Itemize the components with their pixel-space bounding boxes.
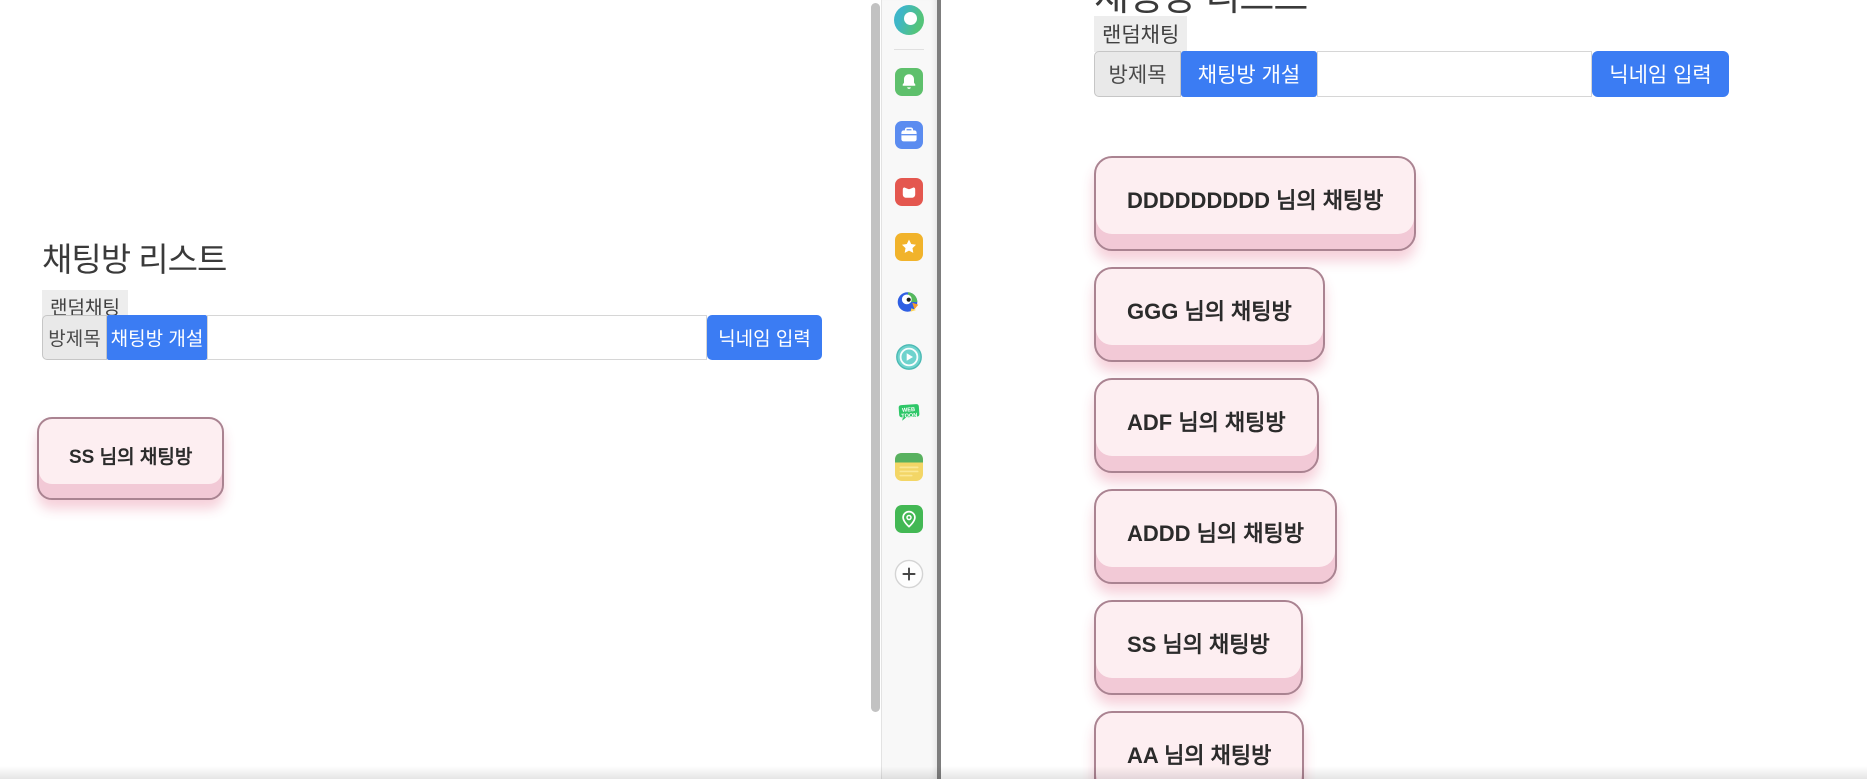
room-button[interactable]: ADDD 님의 채팅방 xyxy=(1094,489,1337,584)
room-name-input[interactable] xyxy=(207,315,707,360)
room-button[interactable]: AA 님의 채팅방 xyxy=(1094,711,1305,779)
star-icon[interactable] xyxy=(895,233,923,261)
create-room-button[interactable]: 채팅방 개설 xyxy=(1181,51,1317,97)
room-button[interactable]: SS 님의 채팅방 xyxy=(37,417,225,500)
play-icon[interactable] xyxy=(895,343,923,371)
add-icon[interactable] xyxy=(894,559,924,589)
random-chat-label: 랜덤채팅 xyxy=(1094,16,1188,52)
room-button[interactable]: DDDDDDDDD 님의 채팅방 xyxy=(1094,156,1417,251)
webtoon-text-line2: TOON xyxy=(901,413,917,420)
room-list: DDDDDDDDD 님의 채팅방 GGG 님의 채팅방 ADF 님의 채팅방 A… xyxy=(1094,156,1417,779)
room-form: 방제목 채팅방 개설 닉네임 입력 xyxy=(1094,51,1729,97)
create-room-button[interactable]: 채팅방 개설 xyxy=(107,315,207,360)
nickname-input-button[interactable]: 닉네임 입력 xyxy=(707,315,822,360)
browser-sidebar xyxy=(881,0,938,779)
window-divider xyxy=(937,0,941,779)
room-name-input[interactable] xyxy=(1317,51,1592,97)
room-form: 방제목 채팅방 개설 닉네임 입력 xyxy=(42,315,822,360)
room-button[interactable]: GGG 님의 채팅방 xyxy=(1094,267,1325,362)
room-button[interactable]: SS 님의 채팅방 xyxy=(1094,600,1303,695)
scrollbar-thumb[interactable] xyxy=(871,3,880,712)
sidebar-divider xyxy=(894,49,924,50)
whale-logo-icon[interactable] xyxy=(894,5,924,35)
map-pin-icon[interactable] xyxy=(895,505,923,533)
page-title: 채팅방 리스트 xyxy=(42,241,227,278)
papago-parrot-icon[interactable] xyxy=(895,288,923,316)
bell-icon[interactable] xyxy=(895,68,923,96)
room-list: SS 님의 채팅방 xyxy=(37,417,225,500)
memo-icon[interactable] xyxy=(895,453,923,481)
cat-icon[interactable] xyxy=(895,178,923,206)
room-button[interactable]: ADF 님의 채팅방 xyxy=(1094,378,1319,473)
right-chat-window: 채팅방 리스트 랜덤채팅 방제목 채팅방 개설 닉네임 입력 DDDDDDDDD… xyxy=(941,0,1867,779)
webtoon-icon[interactable]: WEB TOON xyxy=(895,398,923,426)
nickname-input-button[interactable]: 닉네임 입력 xyxy=(1592,51,1729,97)
left-chat-window: 채팅방 리스트 랜덤채팅 방제목 채팅방 개설 닉네임 입력 SS 님의 채팅방 xyxy=(0,0,871,779)
room-title-label: 방제목 xyxy=(1094,51,1181,97)
room-title-label: 방제목 xyxy=(42,315,107,360)
briefcase-icon[interactable] xyxy=(895,121,923,149)
